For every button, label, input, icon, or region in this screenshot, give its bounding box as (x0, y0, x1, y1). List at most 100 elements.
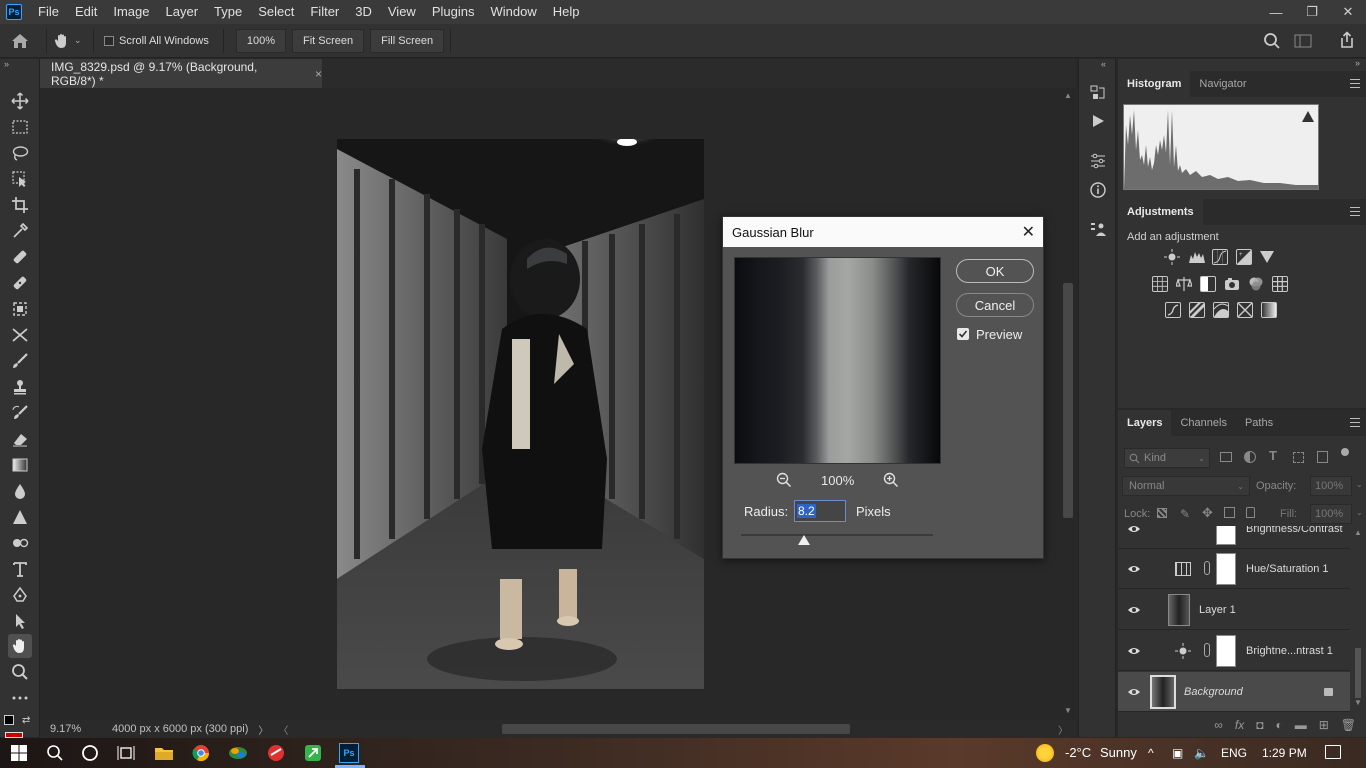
crop-tool-icon[interactable] (8, 193, 32, 217)
app-icon-colorful[interactable] (227, 743, 249, 763)
menu-window[interactable]: Window (482, 0, 544, 24)
lock-image-icon[interactable]: ✎ (1180, 507, 1190, 521)
clone-stamp-tool-icon[interactable] (8, 375, 32, 399)
workspace-icon[interactable] (1294, 33, 1312, 52)
delete-layer-icon[interactable]: 🗑 (1341, 718, 1356, 732)
fill-screen-button[interactable]: Fill Screen (370, 28, 445, 53)
tab-adjustments[interactable]: Adjustments (1118, 199, 1203, 225)
blur-preview-image[interactable] (734, 257, 941, 464)
path-selection-tool-icon[interactable] (8, 609, 32, 633)
marquee-tool-icon[interactable] (8, 115, 32, 139)
history-brush-tool-icon[interactable] (8, 401, 32, 425)
link-layers-icon[interactable]: ∞ (1214, 718, 1223, 732)
filter-adjustment-icon[interactable] (1244, 451, 1256, 463)
close-tab-icon[interactable]: × (315, 67, 322, 81)
layer-row[interactable]: Layer 1 (1118, 590, 1350, 630)
levels-icon[interactable] (1188, 249, 1205, 265)
more-tools-icon[interactable] (8, 686, 32, 710)
filter-smart-object-icon[interactable] (1317, 451, 1328, 463)
hand-tool-preset-icon[interactable]: ⌄ (53, 32, 87, 50)
radius-slider-track[interactable] (741, 534, 933, 536)
lock-transparency-icon[interactable] (1157, 508, 1167, 518)
horizontal-scrollbar-thumb[interactable] (502, 724, 850, 734)
lasso-tool-icon[interactable] (8, 141, 32, 165)
visibility-eye-icon[interactable] (1127, 644, 1141, 658)
layer-mask-thumbnail[interactable] (1216, 526, 1236, 545)
blend-mode-dropdown[interactable]: Normal ⌄ (1122, 476, 1250, 496)
type-tool-icon[interactable] (8, 557, 32, 581)
gradient-map-icon[interactable] (1261, 302, 1277, 318)
selective-color-icon[interactable] (1237, 302, 1253, 318)
menu-edit[interactable]: Edit (67, 0, 105, 24)
task-view-icon[interactable] (115, 743, 137, 763)
lock-position-icon[interactable]: ✥ (1202, 505, 1213, 521)
volume-icon[interactable]: 🔈 (1194, 738, 1209, 768)
tab-channels[interactable]: Channels (1171, 410, 1235, 436)
new-adjustment-layer-icon[interactable]: ◐ (1275, 718, 1282, 732)
dodge-tool-icon[interactable] (8, 505, 32, 529)
move-tool-icon[interactable] (8, 89, 32, 113)
menu-type[interactable]: Type (206, 0, 250, 24)
menu-layer[interactable]: Layer (158, 0, 207, 24)
restore-button[interactable]: ❐ (1294, 0, 1330, 24)
patch-tool-icon[interactable] (8, 297, 32, 321)
chain-link-icon[interactable] (1204, 561, 1210, 575)
layer-name[interactable]: Hue/Saturation 1 (1246, 549, 1329, 589)
collapse-panels-icon[interactable]: « (1101, 59, 1106, 69)
layer-name[interactable]: Background (1184, 672, 1243, 712)
libraries-panel-icon[interactable] (1088, 219, 1108, 239)
visibility-eye-icon[interactable] (1127, 526, 1141, 536)
visibility-eye-icon[interactable] (1127, 603, 1141, 617)
tab-navigator[interactable]: Navigator (1190, 71, 1255, 97)
new-layer-icon[interactable]: ⊞ (1319, 718, 1329, 732)
input-language[interactable]: ENG (1221, 738, 1247, 768)
weather-temperature[interactable]: -2°C (1065, 738, 1091, 768)
lock-artboard-icon[interactable] (1224, 507, 1235, 518)
document-tab[interactable]: IMG_8329.psd @ 9.17% (Background, RGB/8*… (40, 59, 322, 88)
pen-tool-icon[interactable] (8, 583, 32, 607)
black-white-icon[interactable] (1200, 276, 1216, 292)
brush-band-icon[interactable] (8, 271, 32, 295)
layer-row-selected[interactable]: Background (1118, 672, 1350, 712)
layers-scrollbar[interactable]: ▲ ▼ (1352, 528, 1364, 710)
menu-file[interactable]: File (30, 0, 67, 24)
dialog-close-icon[interactable]: ✕ (1022, 222, 1035, 242)
share-icon[interactable] (1338, 31, 1356, 52)
fit-screen-button[interactable]: Fit Screen (292, 28, 365, 53)
radius-input[interactable]: 8.2 (794, 500, 846, 522)
photo-filter-icon[interactable] (1224, 276, 1240, 292)
properties-panel-icon[interactable] (1088, 151, 1108, 171)
filter-toggle-icon[interactable] (1341, 448, 1349, 456)
tab-layers[interactable]: Layers (1118, 410, 1172, 436)
windows-start-icon[interactable] (8, 743, 30, 763)
scroll-all-windows-checkbox[interactable]: Scroll All Windows (104, 35, 209, 47)
preview-checkbox[interactable] (957, 328, 969, 340)
swap-colors-icon[interactable]: ⇄ (22, 715, 30, 726)
filter-shape-icon[interactable] (1293, 452, 1304, 463)
blur-tool-icon[interactable] (8, 479, 32, 503)
vertical-scrollbar[interactable]: ▲ ▼ (1060, 88, 1076, 720)
clock-time[interactable]: 1:29 PM (1262, 738, 1307, 768)
vibrance-icon[interactable] (1260, 251, 1274, 263)
invert-icon[interactable] (1165, 302, 1181, 318)
close-window-button[interactable]: ✕ (1330, 0, 1366, 24)
default-colors-icon[interactable] (4, 715, 14, 725)
visibility-eye-icon[interactable] (1127, 562, 1141, 576)
photoshop-taskbar-icon[interactable]: Ps (339, 743, 359, 763)
dialog-title-bar[interactable]: Gaussian Blur ✕ (723, 217, 1043, 247)
taskbar-search-icon[interactable] (44, 743, 66, 763)
filter-type-icon[interactable]: T (1269, 448, 1277, 463)
hand-tool-icon[interactable] (8, 634, 32, 658)
weather-icon[interactable] (1036, 744, 1054, 762)
app-icon-green[interactable] (302, 743, 324, 763)
content-aware-move-tool-icon[interactable] (8, 323, 32, 347)
layer-mask-thumbnail[interactable] (1216, 635, 1236, 667)
exposure-icon[interactable]: + (1236, 249, 1252, 265)
layer-thumbnail[interactable] (1168, 594, 1190, 626)
threshold-icon[interactable] (1213, 302, 1229, 318)
add-mask-icon[interactable]: ◘ (1256, 718, 1263, 732)
layer-row[interactable]: Brightne...ntrast 1 (1118, 631, 1350, 671)
layer-name[interactable]: Brightne...ntrast 1 (1246, 631, 1333, 671)
channel-mixer-icon[interactable] (1248, 276, 1264, 292)
opacity-dropdown-icon[interactable]: ⌄ (1356, 480, 1363, 489)
